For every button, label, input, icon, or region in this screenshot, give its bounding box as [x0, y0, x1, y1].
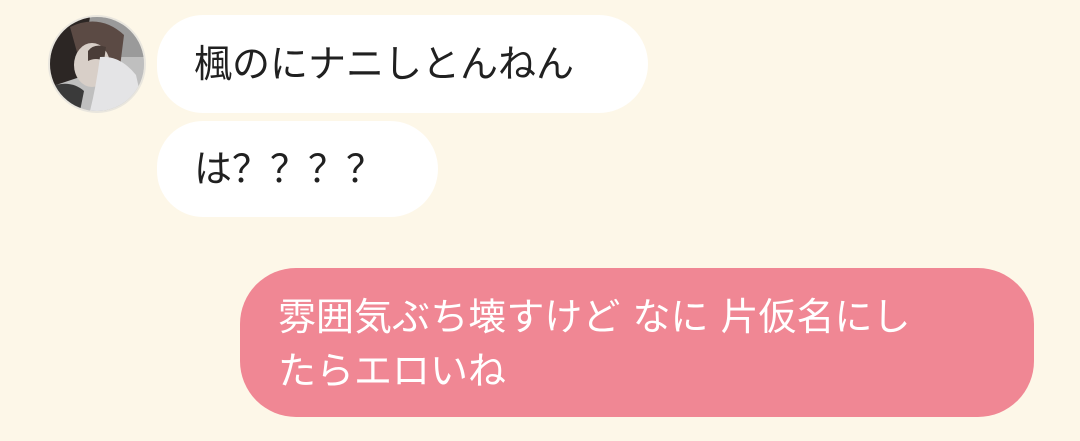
avatar[interactable]: [50, 17, 144, 111]
outgoing-message[interactable]: 雰囲気ぶち壊すけど なに 片仮名にし たらエロいね: [240, 268, 1034, 417]
message-text: 楓のにナニしとんねん: [194, 42, 575, 86]
message-text-line-2: たらエロいね: [278, 349, 507, 393]
avatar-photo-icon: [50, 17, 144, 111]
incoming-message-1[interactable]: 楓のにナニしとんねん: [157, 15, 648, 113]
message-text: は？？？？: [194, 147, 385, 191]
message-text-line-1: 雰囲気ぶち壊すけど なに 片仮名にし: [278, 295, 911, 339]
incoming-message-2[interactable]: は？？？？: [157, 121, 438, 217]
